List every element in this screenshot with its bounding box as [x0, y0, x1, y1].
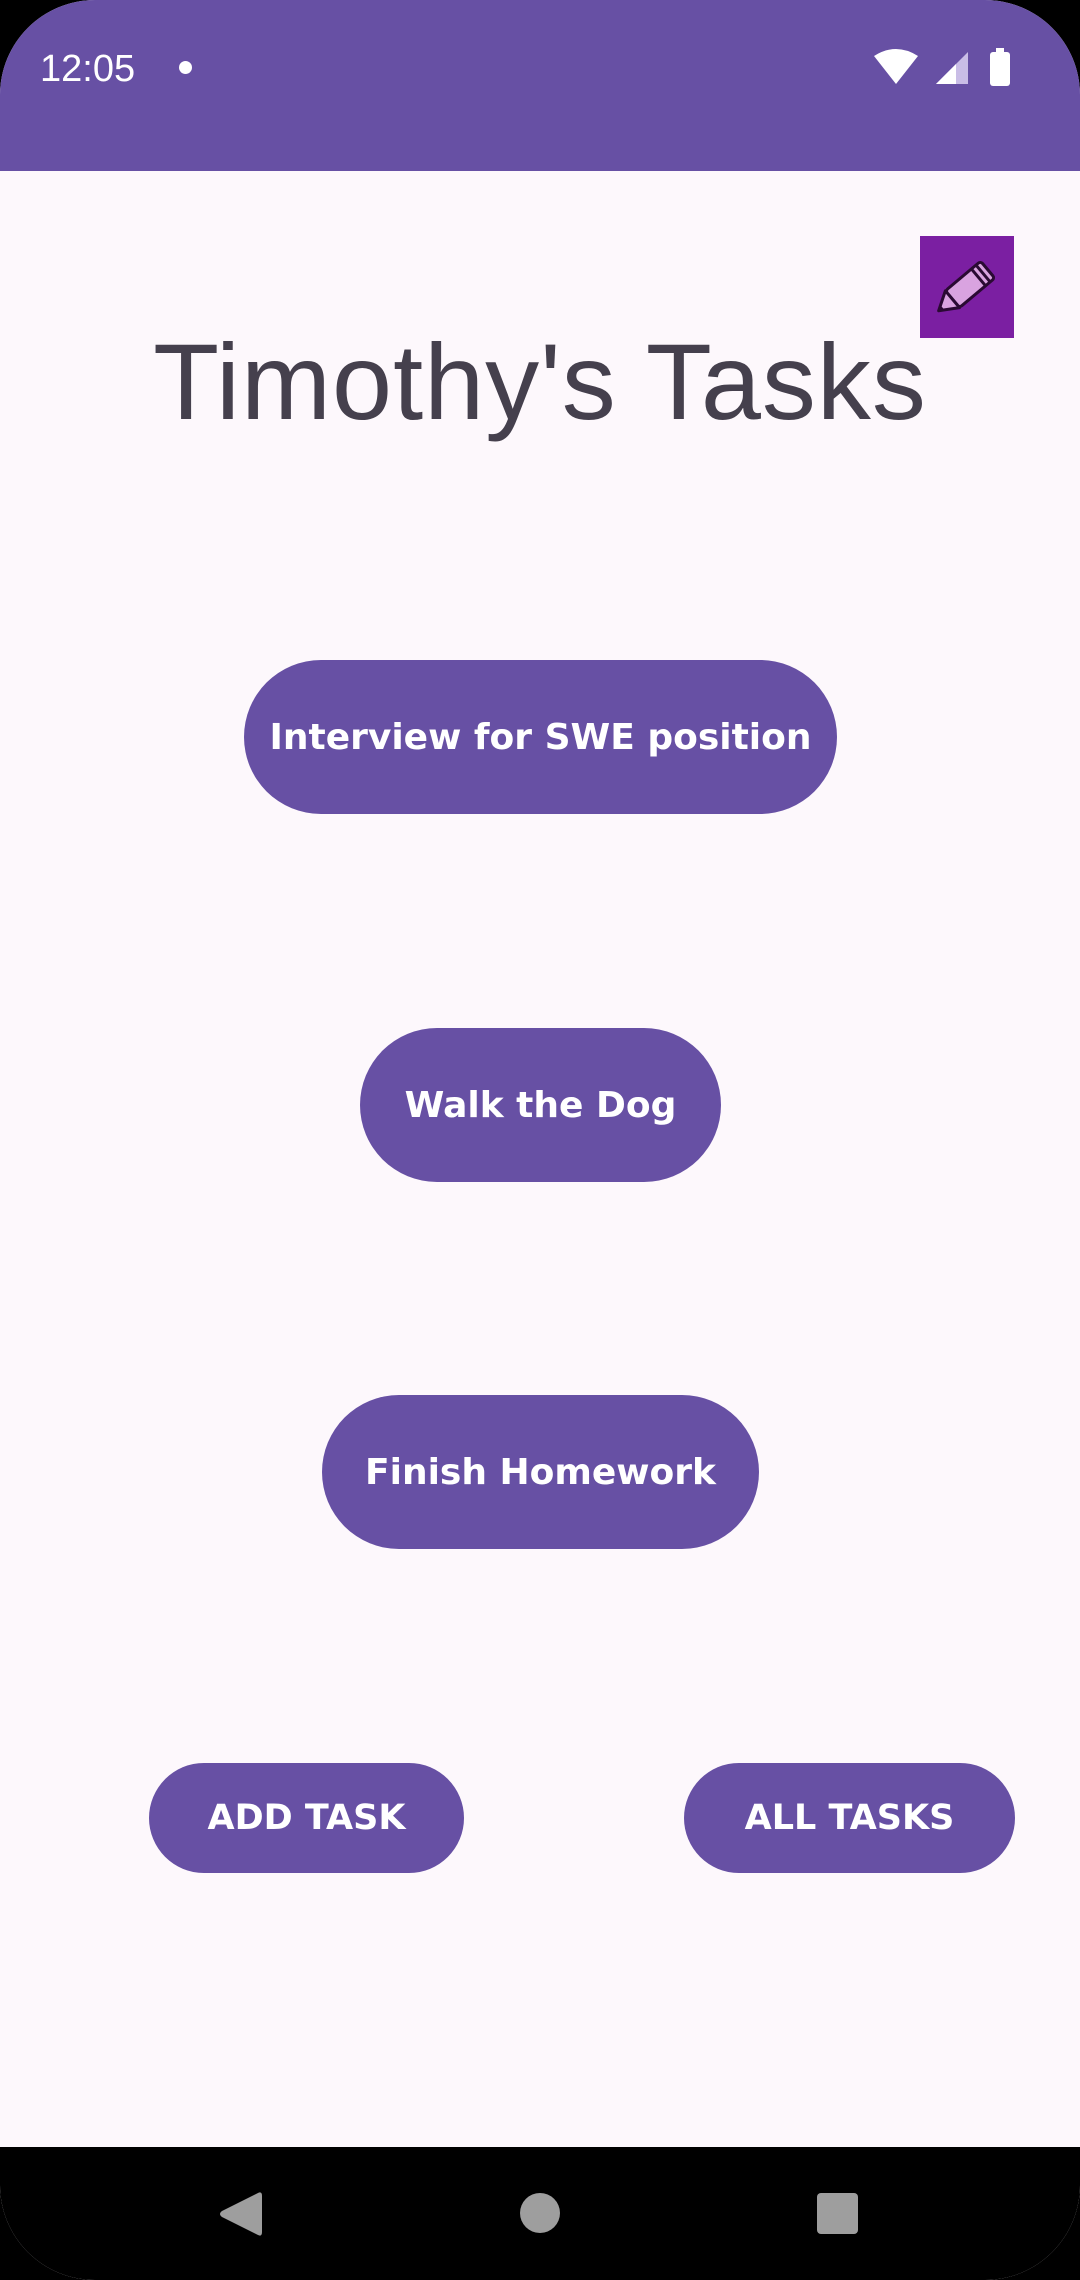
wifi-icon	[874, 49, 918, 84]
all-tasks-button[interactable]: ALL TASKS	[684, 1763, 1015, 1873]
task-label: Walk the Dog	[404, 1084, 677, 1126]
status-icons	[874, 48, 1010, 86]
task-label: Interview for SWE position	[269, 716, 812, 758]
add-task-label: ADD TASK	[207, 1798, 406, 1838]
status-time: 12:05	[40, 48, 136, 90]
app-screen: 12:05 Timothy's Tasks Interview for SWE …	[0, 0, 1080, 2280]
task-button-interview[interactable]: Interview for SWE position	[244, 660, 837, 814]
recents-icon[interactable]	[817, 2193, 858, 2234]
page-title: Timothy's Tasks	[153, 321, 927, 442]
back-icon[interactable]	[218, 2191, 262, 2237]
cellular-signal-icon	[936, 52, 968, 84]
notification-dot-icon	[179, 61, 192, 74]
add-task-button[interactable]: ADD TASK	[149, 1763, 464, 1873]
all-tasks-label: ALL TASKS	[744, 1798, 955, 1838]
status-bar: 12:05	[0, 0, 1080, 171]
task-button-homework[interactable]: Finish Homework	[322, 1395, 759, 1549]
home-icon[interactable]	[520, 2193, 560, 2233]
task-button-walk-dog[interactable]: Walk the Dog	[360, 1028, 721, 1182]
battery-icon	[990, 48, 1010, 86]
task-label: Finish Homework	[365, 1451, 716, 1493]
